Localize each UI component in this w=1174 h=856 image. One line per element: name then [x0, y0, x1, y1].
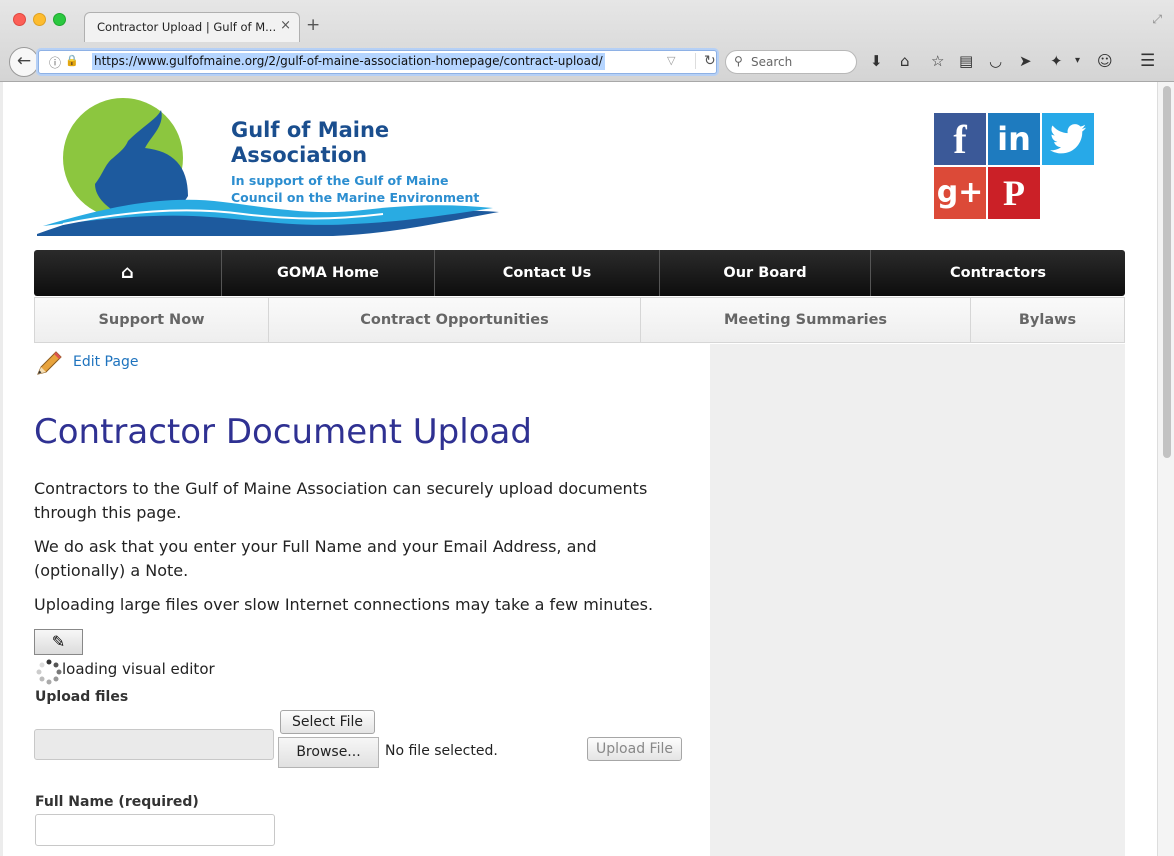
intro-paragraph: Contractors to the Gulf of Maine Associa…: [34, 479, 648, 522]
lock-icon[interactable]: 🔒: [65, 54, 79, 67]
url-dropdown-icon[interactable]: ▽: [667, 54, 675, 67]
facebook-icon[interactable]: f: [934, 113, 986, 165]
googleplus-icon[interactable]: g+: [934, 167, 986, 219]
pinterest-icon[interactable]: P: [988, 167, 1040, 219]
minimize-window-button[interactable]: [33, 13, 46, 26]
upload-file-button[interactable]: Upload File: [587, 737, 682, 761]
search-placeholder: Search: [751, 55, 793, 69]
download-icon[interactable]: ⬇: [870, 52, 883, 70]
home-icon: ⌂: [121, 262, 134, 283]
tab-close-icon[interactable]: ×: [280, 18, 291, 33]
edit-content-button[interactable]: ✎: [34, 629, 83, 655]
no-file-status: No file selected.: [385, 743, 498, 759]
nav-contractors[interactable]: Contractors: [871, 250, 1125, 296]
zoom-window-button[interactable]: [53, 13, 66, 26]
linkedin-icon[interactable]: in: [988, 113, 1040, 165]
note-paragraph: Uploading large files over slow Internet…: [34, 595, 654, 614]
twitter-bird-icon: [1050, 124, 1086, 154]
select-file-button[interactable]: Select File: [280, 710, 375, 734]
browser-chrome: Contractor Upload | Gulf of M... × + ⤢ ←…: [0, 0, 1174, 82]
chat-icon[interactable]: ☺: [1097, 52, 1113, 70]
upload-files-label: Upload files: [35, 689, 129, 705]
search-input[interactable]: ⚲ Search: [725, 50, 857, 74]
instructions-paragraph: We do ask that you enter your Full Name …: [34, 537, 597, 580]
logo-title: Gulf of Maine Association: [231, 118, 390, 167]
nav-home[interactable]: ⌂: [34, 250, 222, 296]
url-text[interactable]: https://www.gulfofmaine.org/2/gulf-of-ma…: [92, 53, 605, 70]
site-logo[interactable]: Gulf of Maine Association In support of …: [33, 96, 503, 236]
fullscreen-icon[interactable]: ⤢: [1152, 12, 1162, 27]
browser-tab[interactable]: Contractor Upload | Gulf of M... ×: [84, 12, 300, 42]
subnav-bylaws[interactable]: Bylaws: [971, 298, 1124, 342]
sidebar-panel: [710, 344, 1125, 856]
edit-page-link[interactable]: Edit Page: [73, 354, 138, 370]
loading-spinner-icon: [36, 659, 62, 685]
full-name-input[interactable]: [35, 814, 275, 846]
home-toolbar-icon[interactable]: ⌂: [900, 52, 910, 70]
nav-goma-home[interactable]: GOMA Home: [222, 250, 435, 296]
hamburger-menu-icon[interactable]: ☰: [1140, 51, 1155, 71]
main-nav: ⌂ GOMA Home Contact Us Our Board Contrac…: [34, 250, 1125, 296]
extension-icon[interactable]: ✦: [1050, 52, 1063, 70]
loading-editor-text: loading visual editor: [62, 660, 215, 678]
pocket-icon[interactable]: ◡: [989, 52, 1002, 70]
nav-contact-us[interactable]: Contact Us: [435, 250, 660, 296]
close-window-button[interactable]: [13, 13, 26, 26]
tab-title: Contractor Upload | Gulf of M...: [97, 20, 277, 34]
info-icon[interactable]: ⓘ: [49, 54, 61, 71]
pencil-icon: [37, 351, 62, 375]
twitter-icon[interactable]: [1042, 113, 1094, 165]
subnav-meeting-summaries[interactable]: Meeting Summaries: [641, 298, 971, 342]
extension-dropdown-icon[interactable]: ▾: [1075, 55, 1080, 66]
bookmark-star-icon[interactable]: ☆: [931, 52, 944, 70]
sub-nav: Support Now Contract Opportunities Meeti…: [34, 297, 1125, 343]
subnav-support-now[interactable]: Support Now: [35, 298, 269, 342]
page-viewport: Gulf of Maine Association In support of …: [3, 82, 1157, 856]
reading-list-icon[interactable]: ▤: [959, 52, 973, 70]
page-title: Contractor Document Upload: [34, 412, 532, 452]
pencil-small-icon: ✎: [51, 632, 66, 651]
back-button[interactable]: ←: [9, 47, 39, 77]
back-arrow-icon: ←: [16, 51, 32, 71]
logo-subtitle: In support of the Gulf of Maine Council …: [231, 173, 480, 205]
subnav-contract-opportunities[interactable]: Contract Opportunities: [269, 298, 641, 342]
search-icon: ⚲: [734, 54, 743, 68]
full-name-label: Full Name (required): [35, 794, 199, 810]
nav-our-board[interactable]: Our Board: [660, 250, 871, 296]
new-tab-button[interactable]: +: [306, 15, 320, 35]
url-bar[interactable]: ⓘ 🔒 https://www.gulfofmaine.org/2/gulf-o…: [38, 50, 717, 74]
page-scrollbar[interactable]: [1157, 82, 1174, 856]
send-icon[interactable]: ➤: [1019, 52, 1032, 70]
browse-button[interactable]: Browse...: [278, 737, 379, 768]
reload-icon[interactable]: ↻: [695, 53, 716, 69]
file-name-display: [34, 729, 274, 760]
scrollbar-thumb[interactable]: [1163, 86, 1171, 458]
